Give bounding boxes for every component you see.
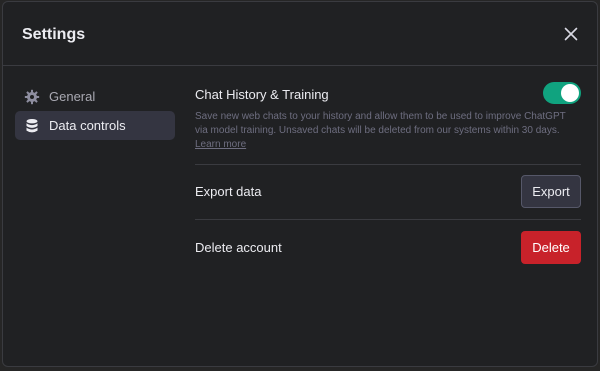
close-icon (564, 27, 578, 41)
close-button[interactable] (561, 24, 581, 44)
delete-account-title: Delete account (195, 240, 282, 255)
chat-history-description: Save new web chats to your history and a… (195, 110, 581, 152)
export-data-title: Export data (195, 184, 262, 199)
delete-account-row: Delete account Delete (195, 231, 581, 265)
sidebar-item-general[interactable]: General (15, 82, 175, 111)
gear-icon (24, 89, 40, 105)
divider (195, 219, 581, 220)
description-text: Save new web chats to your history and a… (195, 111, 566, 136)
data-controls-panel: Chat History & Training Save new web cha… (195, 80, 581, 264)
export-data-row: Export data Export (195, 175, 581, 209)
dialog-header: Settings (3, 2, 597, 66)
chat-history-row: Chat History & Training (195, 80, 581, 110)
settings-dialog: Settings General Data controls Chat Hist… (2, 1, 598, 367)
settings-sidebar: General Data controls (15, 82, 175, 140)
divider (195, 164, 581, 165)
sidebar-item-data-controls[interactable]: Data controls (15, 111, 175, 140)
chat-history-toggle[interactable] (543, 82, 581, 104)
database-icon (24, 118, 40, 134)
sidebar-item-label: General (49, 89, 96, 104)
toggle-knob (561, 84, 579, 102)
delete-account-button[interactable]: Delete (521, 231, 581, 264)
dialog-title: Settings (22, 26, 86, 43)
sidebar-item-label: Data controls (49, 118, 126, 133)
chat-history-title: Chat History & Training (195, 87, 329, 102)
learn-more-link[interactable]: Learn more (195, 139, 246, 150)
export-button[interactable]: Export (521, 175, 581, 208)
